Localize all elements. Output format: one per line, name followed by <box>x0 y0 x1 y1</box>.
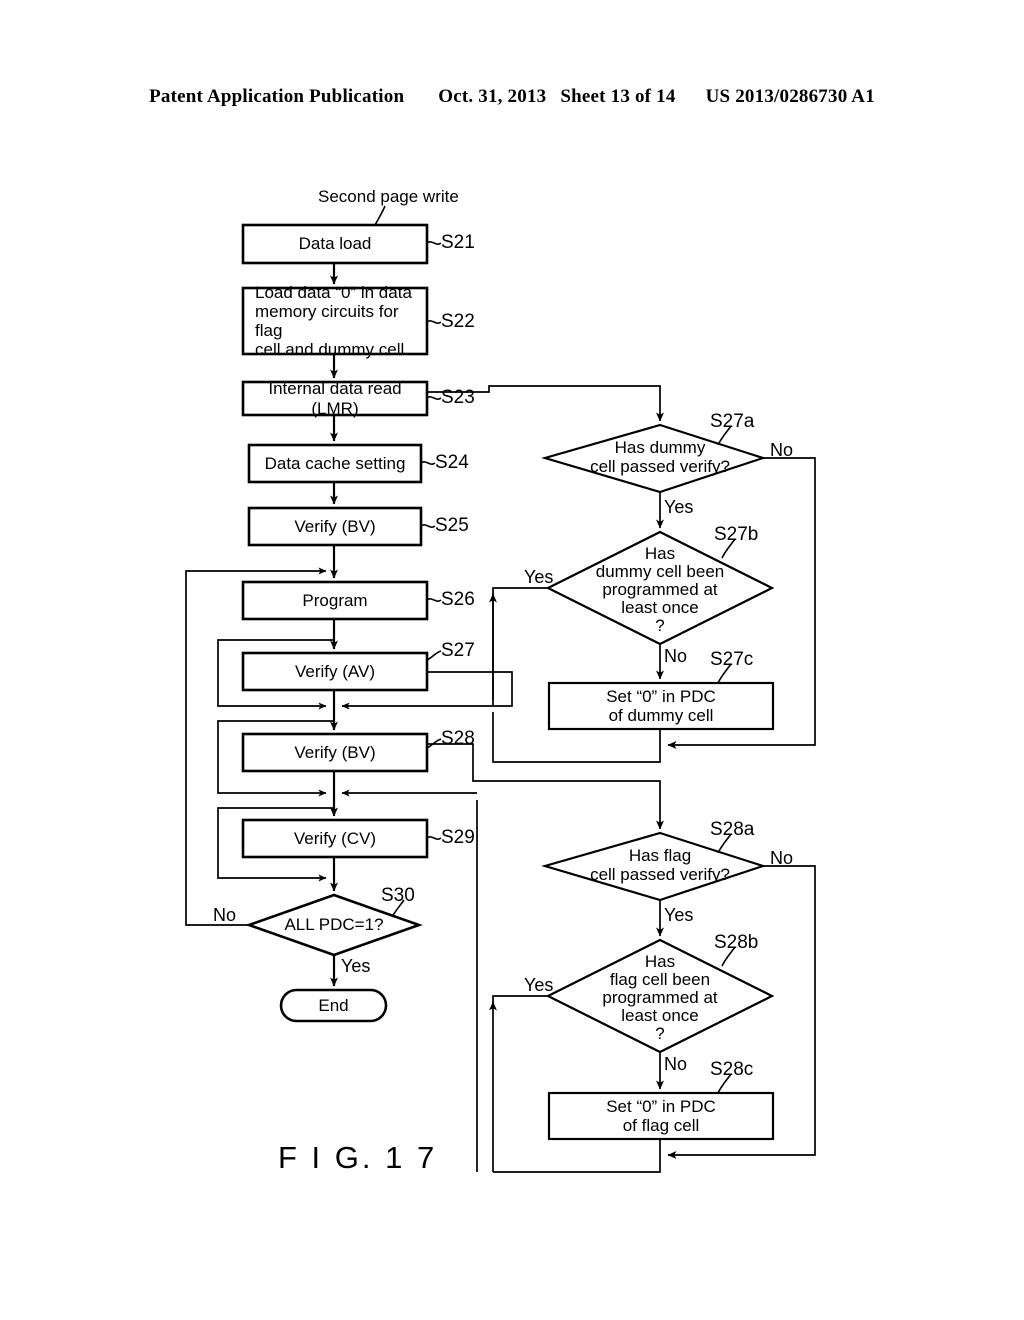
leader-s26 <box>426 598 442 602</box>
leader-s24 <box>420 461 436 465</box>
figure-caption: F I G. 1 7 <box>278 1140 438 1175</box>
node-box-s29 <box>241 818 429 859</box>
edge-label-s27a-yes: Yes <box>664 497 694 517</box>
node-terminator-end <box>279 988 388 1023</box>
leader-s27 <box>426 650 442 661</box>
edge-s28b-yes-return <box>492 995 548 1172</box>
step-number-s22: S22 <box>441 311 475 332</box>
step-number-s28: S28 <box>441 728 475 749</box>
edge-label-s30-yes: Yes <box>341 956 371 976</box>
node-box-s21 <box>241 223 429 265</box>
edge-s28c-merge <box>493 1139 661 1173</box>
node-box-s28 <box>241 732 429 773</box>
edge-label-s30-no: No <box>213 905 237 925</box>
step-number-s28c: S28c <box>710 1059 754 1080</box>
edge-label-s27b-no: No <box>664 646 688 666</box>
node-box-s26 <box>241 580 429 621</box>
edge-label-s28a-yes: Yes <box>664 905 694 925</box>
step-number-s27a: S27a <box>710 411 755 432</box>
step-number-s28b: S28b <box>714 932 759 953</box>
node-diamond-s28b <box>545 938 775 1054</box>
step-number-s27b: S27b <box>714 524 759 545</box>
step-number-s23: S23 <box>441 387 475 408</box>
step-number-s24: S24 <box>435 452 469 473</box>
entry-leader <box>374 205 386 226</box>
node-box-s27c <box>547 681 775 731</box>
leader-s29 <box>426 836 442 840</box>
edge-s28-to-s28a <box>427 743 664 830</box>
edge-label-s28b-yes: Yes <box>524 975 554 995</box>
step-number-s28a: S28a <box>710 819 755 840</box>
leader-s22 <box>426 320 442 324</box>
edge-label-s27b-yes: Yes <box>524 567 554 587</box>
entry-title: Second page write <box>318 187 459 206</box>
step-number-s21: S21 <box>441 232 475 253</box>
node-box-s23 <box>241 380 429 417</box>
leader-s21 <box>426 241 442 245</box>
figure-17: Second page write Data load Load data “0… <box>0 0 1024 1320</box>
patent-page: Patent Application Publication Oct. 31, 2… <box>0 0 1024 1320</box>
edge-label-s28a-no: No <box>770 848 794 868</box>
edge-s27b-yes-return <box>492 587 548 706</box>
node-box-s28c <box>547 1091 775 1141</box>
flowchart-canvas <box>185 205 816 1173</box>
step-number-s27c: S27c <box>710 649 754 670</box>
leader-s25 <box>420 524 436 528</box>
node-box-s22 <box>241 286 429 356</box>
node-box-s25 <box>247 506 423 547</box>
leader-s23 <box>426 396 442 400</box>
edge-label-s28b-no: No <box>664 1054 688 1074</box>
node-diamond-s27a <box>541 423 767 494</box>
edge-label-s27a-no: No <box>770 440 794 460</box>
node-box-s27 <box>241 651 429 692</box>
step-number-s30: S30 <box>381 885 415 906</box>
step-number-s29: S29 <box>441 827 475 848</box>
step-number-s26: S26 <box>441 589 475 610</box>
step-number-s25: S25 <box>435 515 469 536</box>
step-number-s27: S27 <box>441 640 475 661</box>
node-diamond-s28a <box>541 831 767 902</box>
node-diamond-s27b <box>545 530 775 646</box>
node-box-s24 <box>247 443 423 484</box>
